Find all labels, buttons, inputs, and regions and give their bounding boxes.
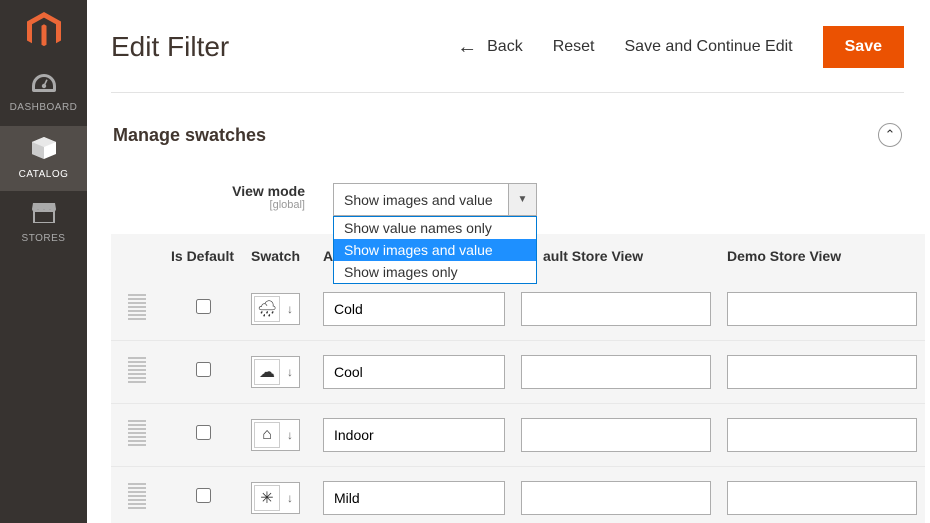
default-store-input[interactable] bbox=[521, 418, 711, 452]
view-mode-scope: [global] bbox=[193, 199, 305, 211]
swatch-preview[interactable]: ☁↓ bbox=[251, 356, 300, 388]
reset-button[interactable]: Reset bbox=[553, 38, 595, 56]
swatch-icon: ✳ bbox=[254, 485, 280, 511]
is-default-checkbox[interactable] bbox=[196, 299, 211, 314]
is-default-checkbox[interactable] bbox=[196, 362, 211, 377]
demo-store-input[interactable] bbox=[727, 481, 917, 515]
demo-store-input[interactable] bbox=[727, 418, 917, 452]
gauge-icon bbox=[32, 74, 56, 96]
is-default-checkbox[interactable] bbox=[196, 425, 211, 440]
page-title: Edit Filter bbox=[111, 31, 229, 63]
swatch-icon: ☁ bbox=[254, 359, 280, 385]
table-row: ☁↓ bbox=[111, 341, 925, 404]
swatch-preview[interactable]: ✳↓ bbox=[251, 482, 300, 514]
table-row: ⌂↓ bbox=[111, 404, 925, 467]
view-mode-label: View mode bbox=[193, 183, 305, 199]
default-store-input[interactable] bbox=[521, 481, 711, 515]
back-button[interactable]: ← Back bbox=[457, 37, 523, 57]
store-icon bbox=[32, 203, 56, 227]
swatch-icon: ⌂ bbox=[254, 422, 280, 448]
swatch-icon: 🌧 bbox=[254, 296, 280, 322]
col-is-default: Is Default bbox=[163, 234, 243, 278]
magento-logo[interactable] bbox=[0, 0, 87, 61]
nav-label: STORES bbox=[22, 233, 66, 244]
swatch-menu-toggle[interactable]: ↓ bbox=[283, 485, 297, 511]
view-mode-option[interactable]: Show images only bbox=[334, 261, 536, 283]
view-mode-option[interactable]: Show value names only bbox=[334, 217, 536, 239]
chevron-up-icon: ⌃ bbox=[885, 127, 896, 143]
swatch-preview[interactable]: 🌧↓ bbox=[251, 293, 300, 325]
swatch-menu-toggle[interactable]: ↓ bbox=[283, 359, 297, 385]
view-mode-option[interactable]: Show images and value bbox=[334, 239, 536, 261]
nav-stores[interactable]: STORES bbox=[0, 191, 87, 256]
header-actions: ← Back Reset Save and Continue Edit Save bbox=[457, 26, 904, 68]
swatch-menu-toggle[interactable]: ↓ bbox=[283, 422, 297, 448]
page-header: Edit Filter ← Back Reset Save and Contin… bbox=[111, 0, 904, 93]
view-mode-row: View mode [global] Show images and value… bbox=[111, 165, 904, 234]
admin-input[interactable] bbox=[323, 355, 505, 389]
nav-catalog[interactable]: CATALOG bbox=[0, 126, 87, 191]
table-row: 🌧↓ bbox=[111, 278, 925, 341]
default-store-input[interactable] bbox=[521, 292, 711, 326]
collapse-toggle[interactable]: ⌃ bbox=[878, 123, 902, 147]
is-default-checkbox[interactable] bbox=[196, 488, 211, 503]
col-swatch: Swatch bbox=[243, 234, 315, 278]
save-button[interactable]: Save bbox=[823, 26, 904, 68]
view-mode-value: Show images and value bbox=[334, 184, 508, 215]
default-store-input[interactable] bbox=[521, 355, 711, 389]
view-mode-select[interactable]: Show images and value ▼ Show value names… bbox=[333, 183, 537, 216]
swatch-preview[interactable]: ⌂↓ bbox=[251, 419, 300, 451]
col-demo-store: Demo Store View bbox=[719, 234, 925, 278]
drag-handle[interactable] bbox=[128, 420, 146, 446]
nav-label: DASHBOARD bbox=[10, 102, 78, 113]
drag-handle[interactable] bbox=[128, 483, 146, 509]
drag-handle[interactable] bbox=[128, 357, 146, 383]
table-row: ✳↓ bbox=[111, 467, 925, 523]
admin-input[interactable] bbox=[323, 481, 505, 515]
nav-dashboard[interactable]: DASHBOARD bbox=[0, 61, 87, 126]
view-mode-label-wrap: View mode [global] bbox=[193, 183, 305, 211]
main-content: Edit Filter ← Back Reset Save and Contin… bbox=[87, 0, 930, 523]
admin-sidebar: DASHBOARD CATALOG STORES bbox=[0, 0, 87, 523]
section-title: Manage swatches bbox=[113, 125, 266, 146]
drag-handle[interactable] bbox=[128, 294, 146, 320]
section-header: Manage swatches ⌃ bbox=[111, 93, 904, 165]
demo-store-input[interactable] bbox=[727, 292, 917, 326]
col-default-store: ault Store View bbox=[513, 234, 719, 278]
admin-input[interactable] bbox=[323, 292, 505, 326]
view-mode-dropdown: Show value names only Show images and va… bbox=[333, 216, 537, 284]
nav-label: CATALOG bbox=[19, 169, 69, 180]
box-icon bbox=[32, 137, 56, 163]
back-label: Back bbox=[487, 38, 523, 56]
admin-input[interactable] bbox=[323, 418, 505, 452]
arrow-left-icon: ← bbox=[457, 37, 477, 57]
demo-store-input[interactable] bbox=[727, 355, 917, 389]
chevron-down-icon: ▼ bbox=[508, 184, 536, 215]
save-continue-button[interactable]: Save and Continue Edit bbox=[625, 38, 793, 56]
swatch-menu-toggle[interactable]: ↓ bbox=[283, 296, 297, 322]
